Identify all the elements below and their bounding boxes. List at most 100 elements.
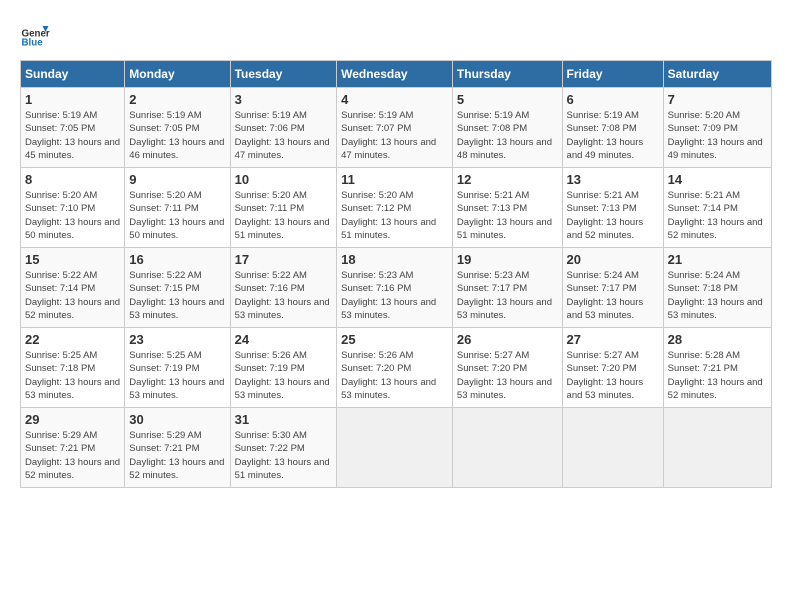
calendar-cell: 1 Sunrise: 5:19 AM Sunset: 7:05 PM Dayli… [21, 88, 125, 168]
calendar-cell: 16 Sunrise: 5:22 AM Sunset: 7:15 PM Dayl… [125, 248, 230, 328]
day-number: 14 [668, 172, 767, 187]
day-number: 28 [668, 332, 767, 347]
calendar-cell: 8 Sunrise: 5:20 AM Sunset: 7:10 PM Dayli… [21, 168, 125, 248]
weekday-header: Thursday [452, 61, 562, 88]
svg-text:Blue: Blue [22, 38, 44, 49]
day-info: Sunrise: 5:26 AM Sunset: 7:20 PM Dayligh… [341, 349, 448, 402]
day-info: Sunrise: 5:19 AM Sunset: 7:05 PM Dayligh… [129, 109, 225, 162]
day-info: Sunrise: 5:30 AM Sunset: 7:22 PM Dayligh… [235, 429, 333, 482]
day-number: 24 [235, 332, 333, 347]
calendar-cell: 28 Sunrise: 5:28 AM Sunset: 7:21 PM Dayl… [663, 328, 771, 408]
calendar-week-row: 1 Sunrise: 5:19 AM Sunset: 7:05 PM Dayli… [21, 88, 772, 168]
calendar-cell: 26 Sunrise: 5:27 AM Sunset: 7:20 PM Dayl… [452, 328, 562, 408]
calendar-week-row: 29 Sunrise: 5:29 AM Sunset: 7:21 PM Dayl… [21, 408, 772, 488]
calendar-cell: 29 Sunrise: 5:29 AM Sunset: 7:21 PM Dayl… [21, 408, 125, 488]
weekday-header: Monday [125, 61, 230, 88]
day-info: Sunrise: 5:20 AM Sunset: 7:10 PM Dayligh… [25, 189, 120, 242]
day-info: Sunrise: 5:20 AM Sunset: 7:12 PM Dayligh… [341, 189, 448, 242]
calendar-cell: 12 Sunrise: 5:21 AM Sunset: 7:13 PM Dayl… [452, 168, 562, 248]
day-info: Sunrise: 5:24 AM Sunset: 7:17 PM Dayligh… [567, 269, 659, 322]
day-number: 21 [668, 252, 767, 267]
calendar-cell: 19 Sunrise: 5:23 AM Sunset: 7:17 PM Dayl… [452, 248, 562, 328]
day-number: 12 [457, 172, 558, 187]
day-number: 7 [668, 92, 767, 107]
calendar-cell: 25 Sunrise: 5:26 AM Sunset: 7:20 PM Dayl… [337, 328, 453, 408]
day-number: 10 [235, 172, 333, 187]
day-info: Sunrise: 5:24 AM Sunset: 7:18 PM Dayligh… [668, 269, 767, 322]
day-number: 31 [235, 412, 333, 427]
day-number: 22 [25, 332, 120, 347]
day-number: 13 [567, 172, 659, 187]
calendar-week-row: 22 Sunrise: 5:25 AM Sunset: 7:18 PM Dayl… [21, 328, 772, 408]
page-header: General Blue [20, 20, 772, 50]
day-number: 16 [129, 252, 225, 267]
calendar-body: 1 Sunrise: 5:19 AM Sunset: 7:05 PM Dayli… [21, 88, 772, 488]
day-info: Sunrise: 5:19 AM Sunset: 7:08 PM Dayligh… [457, 109, 558, 162]
day-number: 11 [341, 172, 448, 187]
calendar-cell: 23 Sunrise: 5:25 AM Sunset: 7:19 PM Dayl… [125, 328, 230, 408]
calendar-week-row: 8 Sunrise: 5:20 AM Sunset: 7:10 PM Dayli… [21, 168, 772, 248]
day-number: 27 [567, 332, 659, 347]
day-info: Sunrise: 5:26 AM Sunset: 7:19 PM Dayligh… [235, 349, 333, 402]
logo-icon: General Blue [20, 20, 50, 50]
day-info: Sunrise: 5:22 AM Sunset: 7:16 PM Dayligh… [235, 269, 333, 322]
calendar-cell [452, 408, 562, 488]
day-info: Sunrise: 5:19 AM Sunset: 7:06 PM Dayligh… [235, 109, 333, 162]
day-info: Sunrise: 5:20 AM Sunset: 7:11 PM Dayligh… [235, 189, 333, 242]
day-info: Sunrise: 5:23 AM Sunset: 7:16 PM Dayligh… [341, 269, 448, 322]
day-number: 30 [129, 412, 225, 427]
calendar-cell: 4 Sunrise: 5:19 AM Sunset: 7:07 PM Dayli… [337, 88, 453, 168]
calendar-cell: 5 Sunrise: 5:19 AM Sunset: 7:08 PM Dayli… [452, 88, 562, 168]
day-info: Sunrise: 5:29 AM Sunset: 7:21 PM Dayligh… [129, 429, 225, 482]
calendar-cell: 17 Sunrise: 5:22 AM Sunset: 7:16 PM Dayl… [230, 248, 337, 328]
calendar-cell [663, 408, 771, 488]
calendar-cell [562, 408, 663, 488]
day-number: 23 [129, 332, 225, 347]
day-info: Sunrise: 5:25 AM Sunset: 7:19 PM Dayligh… [129, 349, 225, 402]
day-number: 20 [567, 252, 659, 267]
day-info: Sunrise: 5:29 AM Sunset: 7:21 PM Dayligh… [25, 429, 120, 482]
day-info: Sunrise: 5:25 AM Sunset: 7:18 PM Dayligh… [25, 349, 120, 402]
day-info: Sunrise: 5:27 AM Sunset: 7:20 PM Dayligh… [457, 349, 558, 402]
day-number: 2 [129, 92, 225, 107]
day-info: Sunrise: 5:23 AM Sunset: 7:17 PM Dayligh… [457, 269, 558, 322]
calendar-cell: 14 Sunrise: 5:21 AM Sunset: 7:14 PM Dayl… [663, 168, 771, 248]
day-info: Sunrise: 5:22 AM Sunset: 7:14 PM Dayligh… [25, 269, 120, 322]
day-number: 4 [341, 92, 448, 107]
day-info: Sunrise: 5:27 AM Sunset: 7:20 PM Dayligh… [567, 349, 659, 402]
day-info: Sunrise: 5:19 AM Sunset: 7:05 PM Dayligh… [25, 109, 120, 162]
calendar-cell: 24 Sunrise: 5:26 AM Sunset: 7:19 PM Dayl… [230, 328, 337, 408]
calendar-cell: 9 Sunrise: 5:20 AM Sunset: 7:11 PM Dayli… [125, 168, 230, 248]
day-number: 3 [235, 92, 333, 107]
day-info: Sunrise: 5:21 AM Sunset: 7:13 PM Dayligh… [457, 189, 558, 242]
calendar-cell: 10 Sunrise: 5:20 AM Sunset: 7:11 PM Dayl… [230, 168, 337, 248]
calendar-header-row: SundayMondayTuesdayWednesdayThursdayFrid… [21, 61, 772, 88]
calendar-cell: 3 Sunrise: 5:19 AM Sunset: 7:06 PM Dayli… [230, 88, 337, 168]
day-number: 25 [341, 332, 448, 347]
logo: General Blue [20, 20, 50, 50]
day-number: 8 [25, 172, 120, 187]
calendar-table: SundayMondayTuesdayWednesdayThursdayFrid… [20, 60, 772, 488]
day-info: Sunrise: 5:21 AM Sunset: 7:13 PM Dayligh… [567, 189, 659, 242]
day-number: 19 [457, 252, 558, 267]
day-info: Sunrise: 5:19 AM Sunset: 7:08 PM Dayligh… [567, 109, 659, 162]
day-number: 18 [341, 252, 448, 267]
calendar-cell: 21 Sunrise: 5:24 AM Sunset: 7:18 PM Dayl… [663, 248, 771, 328]
calendar-cell [337, 408, 453, 488]
calendar-cell: 18 Sunrise: 5:23 AM Sunset: 7:16 PM Dayl… [337, 248, 453, 328]
weekday-header: Sunday [21, 61, 125, 88]
calendar-cell: 7 Sunrise: 5:20 AM Sunset: 7:09 PM Dayli… [663, 88, 771, 168]
weekday-header: Friday [562, 61, 663, 88]
calendar-cell: 13 Sunrise: 5:21 AM Sunset: 7:13 PM Dayl… [562, 168, 663, 248]
day-number: 1 [25, 92, 120, 107]
day-number: 5 [457, 92, 558, 107]
weekday-header: Wednesday [337, 61, 453, 88]
weekday-header: Tuesday [230, 61, 337, 88]
calendar-week-row: 15 Sunrise: 5:22 AM Sunset: 7:14 PM Dayl… [21, 248, 772, 328]
day-info: Sunrise: 5:21 AM Sunset: 7:14 PM Dayligh… [668, 189, 767, 242]
day-number: 9 [129, 172, 225, 187]
calendar-cell: 22 Sunrise: 5:25 AM Sunset: 7:18 PM Dayl… [21, 328, 125, 408]
day-number: 29 [25, 412, 120, 427]
calendar-cell: 2 Sunrise: 5:19 AM Sunset: 7:05 PM Dayli… [125, 88, 230, 168]
day-info: Sunrise: 5:28 AM Sunset: 7:21 PM Dayligh… [668, 349, 767, 402]
